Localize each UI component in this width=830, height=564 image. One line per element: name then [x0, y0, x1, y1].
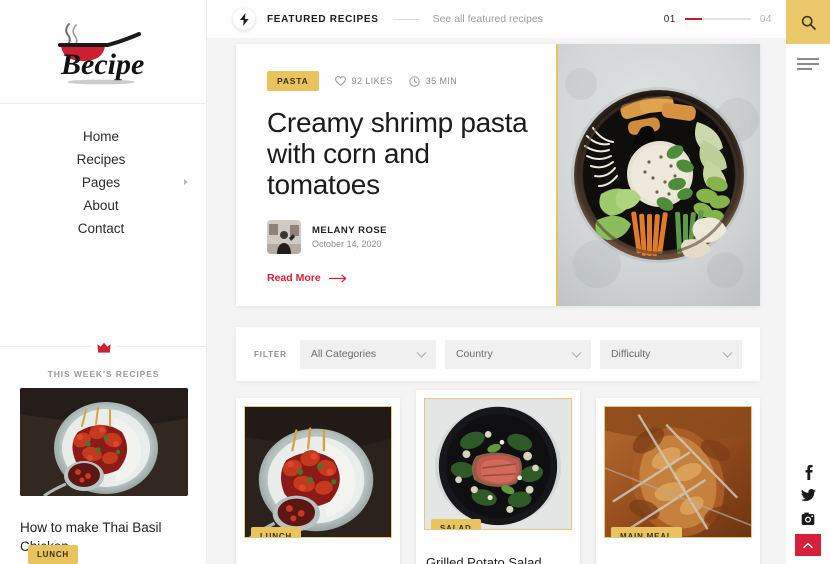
sidebar-item-recipes[interactable]: Recipes	[0, 149, 206, 171]
filter-label: FILTER	[254, 349, 287, 359]
this-weeks-recipes-label: THIS WEEK'S RECIPES	[47, 369, 160, 379]
hero-title[interactable]: Creamy shrimp pasta with corn and tomato…	[267, 107, 530, 200]
filter-categories-value: All Categories	[310, 348, 377, 360]
top-bar: FEATURED RECIPES See all featured recipe…	[207, 0, 786, 38]
hamburger-icon[interactable]	[797, 58, 819, 73]
hero-category-badge[interactable]: PASTA	[267, 71, 319, 91]
nav-label: Pages	[81, 175, 121, 190]
hero-likes: 92 LIKES	[334, 76, 393, 86]
hero-author-name[interactable]: MELANY ROSE	[312, 225, 387, 236]
week-recipe-thumbnail	[20, 388, 188, 496]
pot-roast-beef-image	[605, 407, 751, 537]
pager-progress	[684, 18, 702, 20]
recipe-card-title[interactable]: Grilled Potato Salad	[424, 554, 572, 564]
heart-icon	[334, 76, 346, 86]
hero-likes-text: 92 LIKES	[351, 76, 393, 86]
twitter-icon[interactable]	[786, 484, 830, 507]
hero-date: October 14, 2020	[312, 239, 382, 249]
read-more-link[interactable]: Read More	[267, 272, 348, 284]
hero-meta-row: PASTA 92 LIKES 35 MIN	[267, 71, 530, 91]
chevron-down-icon	[416, 347, 427, 358]
chevron-right-icon	[184, 179, 188, 185]
title-divider	[392, 18, 419, 20]
featured-recipes-title: FEATURED RECIPES	[267, 13, 379, 25]
sidebar-item-about[interactable]: About	[0, 195, 206, 217]
read-more-label: Read More	[267, 272, 321, 284]
filter-bar: FILTER All Categories Country Difficulty	[236, 327, 760, 381]
recipe-card-badge: MAIN MEAL	[611, 527, 682, 537]
recipe-card-badge: SALAD	[431, 519, 481, 529]
featured-hero-card: PASTA 92 LIKES 35 MIN Creamy shrimp past…	[236, 44, 760, 306]
hero-text-column: PASTA 92 LIKES 35 MIN Creamy shrimp past…	[236, 44, 556, 306]
recipe-card-thumbnail: MAIN MEAL	[604, 406, 752, 538]
arrow-right-icon	[328, 274, 346, 282]
hero-time-text: 35 MIN	[425, 76, 458, 86]
week-recipe-card[interactable]: LUNCH How to make Thai Basil Chicken	[20, 388, 188, 564]
bolt-icon	[239, 12, 249, 26]
instagram-icon[interactable]	[786, 507, 830, 530]
see-all-featured-link[interactable]: See all featured recipes	[433, 13, 543, 25]
main-content: PASTA 92 LIKES 35 MIN Creamy shrimp past…	[207, 38, 786, 564]
filter-difficulty-select[interactable]: Difficulty	[599, 339, 742, 369]
thai-basil-chicken-image	[20, 388, 188, 496]
clock-icon	[409, 75, 420, 87]
search-button[interactable]	[786, 0, 830, 44]
social-links	[786, 461, 830, 556]
pager-current: 01	[663, 13, 676, 25]
chevron-down-icon	[571, 347, 582, 358]
grilled-potato-salad-image	[425, 399, 571, 529]
becipe-logo: Becipe	[58, 22, 144, 84]
nav-label: About	[83, 198, 119, 213]
nav-label: Contact	[77, 221, 125, 236]
nav-label: Home	[82, 129, 119, 144]
facebook-icon[interactable]	[786, 461, 830, 484]
hero-image-column	[556, 44, 760, 306]
week-recipe-badge: LUNCH	[28, 545, 78, 564]
logo-area[interactable]: Becipe	[0, 0, 206, 104]
creamy-shrimp-pasta-image	[558, 44, 760, 306]
chevron-down-icon	[722, 347, 733, 358]
hero-author-row: MELANY ROSE October 14, 2020	[267, 220, 530, 254]
avatar	[267, 220, 301, 254]
scroll-to-top-button[interactable]	[795, 534, 821, 556]
right-rail	[786, 44, 830, 564]
recipe-card-badge: LUNCH	[251, 527, 301, 537]
recipe-card-thumbnail: SALAD	[424, 398, 572, 530]
sidebar-item-home[interactable]: Home	[0, 126, 206, 148]
hero-image[interactable]	[558, 44, 760, 306]
filter-difficulty-value: Difficulty	[610, 348, 651, 360]
sidebar-item-pages[interactable]: Pages	[0, 172, 206, 194]
filter-country-select[interactable]: Country	[444, 339, 591, 369]
chevron-up-icon	[803, 542, 813, 548]
nav-label: Recipes	[76, 152, 126, 167]
recipe-card-thumbnail: LUNCH	[244, 406, 392, 538]
recipe-card-grid: LUNCH How to make Thai	[236, 390, 766, 564]
featured-pager: 01 04	[664, 14, 786, 25]
left-sidebar: Becipe Home Recipes Pages About Contact	[0, 0, 207, 564]
recipe-card[interactable]: LUNCH How to make Thai	[236, 398, 400, 564]
recipe-card[interactable]: MAIN MEAL Pot-roast beef with	[596, 398, 760, 564]
pager-track[interactable]	[684, 18, 751, 20]
svg-text:Becipe: Becipe	[60, 48, 144, 81]
hero-cook-time: 35 MIN	[409, 75, 458, 87]
filter-country-value: Country	[455, 348, 493, 360]
crown-icon	[96, 342, 111, 353]
author-avatar-image	[267, 220, 301, 254]
crown-badge-wrap	[0, 338, 206, 356]
search-icon	[801, 15, 816, 30]
sidebar-item-contact[interactable]: Contact	[0, 218, 206, 240]
bolt-icon-circle	[233, 8, 255, 30]
filter-categories-select[interactable]: All Categories	[299, 339, 436, 369]
recipe-card[interactable]: SALAD Grilled Potato Salad	[416, 390, 580, 564]
app-root: Becipe Home Recipes Pages About Contact	[0, 0, 830, 564]
thai-basil-chicken-image	[245, 407, 391, 537]
pager-total: 04	[759, 13, 772, 25]
sidebar-nav: Home Recipes Pages About Contact	[0, 104, 206, 240]
